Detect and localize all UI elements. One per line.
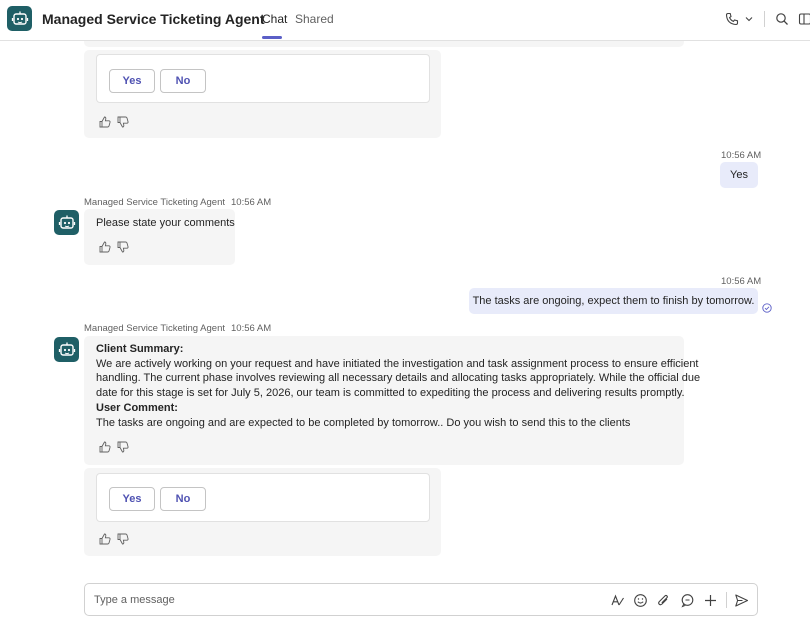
comment-text: The tasks are ongoing and are expected t… (96, 416, 631, 429)
message-input[interactable] (94, 590, 574, 610)
tab-shared[interactable]: Shared (295, 12, 334, 26)
summary-heading: Client Summary: (96, 343, 184, 355)
bot-message-bubble: Please state your comments (84, 209, 235, 265)
header-divider (764, 11, 765, 27)
thumbs-up-icon[interactable] (98, 532, 112, 546)
seen-check-icon (762, 303, 772, 313)
bot-message-text: Please state your comments (96, 217, 235, 229)
chat-title: Managed Service Ticketing Agent (42, 11, 265, 27)
user-message-bubble: Yes (720, 162, 758, 188)
thumbs-down-icon[interactable] (116, 532, 130, 546)
bot-card-message-1: Yes No (84, 50, 441, 138)
previous-message-bubble (84, 41, 684, 47)
thumbs-down-icon[interactable] (116, 240, 130, 254)
chat-message-list[interactable]: Yes No 10:56 AM Yes Managed Service Tick… (0, 41, 810, 571)
summary-line: date for this stage is set for July 5, 2… (96, 387, 685, 400)
yes-button[interactable]: Yes (109, 69, 155, 93)
message-time: 10:56 AM (231, 323, 272, 334)
bot-message-meta: Managed Service Ticketing Agent 10:56 AM (84, 323, 271, 334)
no-button[interactable]: No (160, 69, 206, 93)
compose-divider (726, 592, 727, 608)
app-header: Managed Service Ticketing Agent Chat Sha… (0, 0, 810, 41)
user-message-bubble: The tasks are ongoing, expect them to fi… (469, 288, 758, 314)
send-icon[interactable] (733, 592, 749, 608)
comment-heading: User Comment: (96, 401, 178, 414)
format-icon[interactable] (609, 592, 625, 608)
bot-avatar[interactable] (54, 210, 79, 235)
plus-icon[interactable] (702, 592, 718, 608)
emoji-icon[interactable] (632, 592, 648, 608)
bot-avatar[interactable] (54, 337, 79, 362)
attach-icon[interactable] (655, 592, 671, 608)
summary-text-block: Client Summary: We are actively working … (96, 342, 701, 430)
bot-card-message-2: Yes No (84, 468, 441, 556)
summary-line: We are actively working on your request … (96, 357, 699, 370)
tab-chat[interactable]: Chat (262, 12, 287, 26)
thumbs-down-icon[interactable] (116, 440, 130, 454)
active-tab-indicator (262, 36, 282, 39)
adaptive-card-1: Yes No (96, 54, 430, 103)
bot-app-icon[interactable] (7, 6, 32, 31)
bot-summary-bubble: Client Summary: We are actively working … (84, 336, 701, 465)
bot-message-meta: Managed Service Ticketing Agent 10:56 AM (84, 197, 271, 208)
sender-name: Managed Service Ticketing Agent (84, 323, 226, 334)
sender-name: Managed Service Ticketing Agent (84, 197, 226, 208)
message-time: 10:56 AM (231, 197, 272, 208)
compose-box (84, 583, 758, 616)
yes-button[interactable]: Yes (109, 487, 155, 511)
adaptive-card-2: Yes No (96, 473, 430, 522)
thumbs-up-icon[interactable] (98, 440, 112, 454)
thumbs-down-icon[interactable] (116, 115, 130, 129)
no-button[interactable]: No (160, 487, 206, 511)
loop-icon[interactable] (679, 592, 695, 608)
user-message-time: 10:56 AM (721, 150, 762, 161)
thumbs-up-icon[interactable] (98, 240, 112, 254)
summary-line: handling. The current phase involves rev… (96, 372, 701, 385)
chevron-down-icon[interactable] (740, 10, 758, 28)
search-icon[interactable] (773, 10, 791, 28)
phone-icon[interactable] (723, 10, 741, 28)
thumbs-up-icon[interactable] (98, 115, 112, 129)
side-panel-icon[interactable] (796, 10, 810, 28)
user-message-time: 10:56 AM (721, 276, 762, 287)
